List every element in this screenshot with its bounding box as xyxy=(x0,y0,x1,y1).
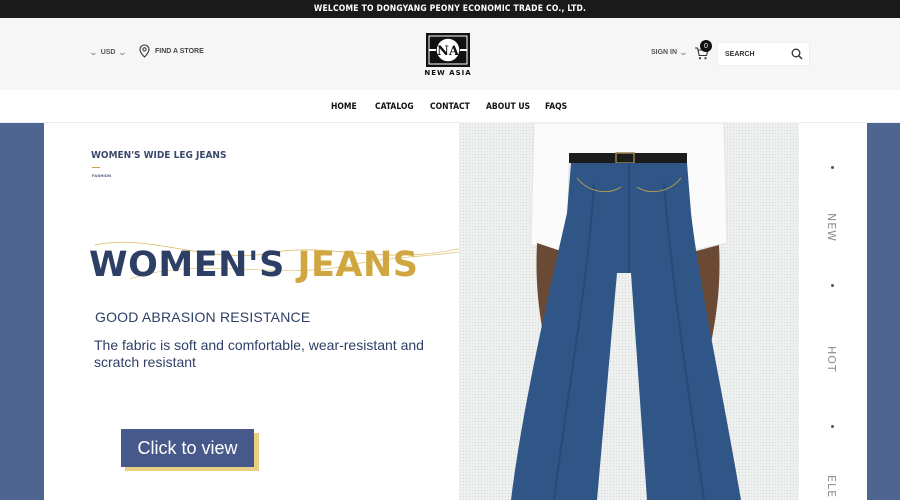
side-dot xyxy=(831,425,834,428)
nav-contact[interactable]: CONTACT xyxy=(430,102,470,112)
svg-text:NA: NA xyxy=(437,44,460,59)
brand-logo[interactable]: NA NEW ASIA xyxy=(423,32,473,78)
announcement-text: WELCOME TO DONGYANG PEONY ECONOMIC TRADE… xyxy=(313,4,587,14)
site-header: ⌄ USD ⌄ FIND A STORE NA NEW ASIA SIGN IN… xyxy=(0,18,900,90)
nav-faqs[interactable]: FAQS xyxy=(545,102,567,112)
title-underline xyxy=(92,167,100,168)
cart-count-badge: 0 xyxy=(700,40,712,52)
hero-text-panel: WOMEN'S WIDE LEG JEANS FASHION WOMEN'S J… xyxy=(44,123,475,500)
main-nav: HOME CATALOG CONTACT ABOUT US FAQS xyxy=(0,90,900,123)
hero-small-title: WOMEN'S WIDE LEG JEANS xyxy=(91,150,227,161)
logo-icon: NA xyxy=(426,33,470,67)
chevron-down-icon: ⌄ xyxy=(118,48,128,57)
big-title-word-2: JEANS xyxy=(297,245,419,285)
search-box xyxy=(717,42,810,66)
side-tab-ele[interactable]: ELE xyxy=(825,475,838,498)
hero-product-photo xyxy=(459,123,799,500)
click-to-view-button[interactable]: Click to view xyxy=(121,429,254,467)
jeans-model-image xyxy=(511,123,741,500)
location-pin-icon xyxy=(139,44,150,58)
chevron-down-icon: ⌄ xyxy=(88,48,98,57)
currency-label: USD xyxy=(100,49,116,56)
side-tab-new[interactable]: NEW xyxy=(825,213,838,242)
side-dot xyxy=(831,284,834,287)
announcement-bar: WELCOME TO DONGYANG PEONY ECONOMIC TRADE… xyxy=(0,0,900,18)
nav-about-us[interactable]: ABOUT US xyxy=(486,102,530,112)
search-input[interactable] xyxy=(725,50,795,58)
sign-in-link[interactable]: SIGN IN ⌄ xyxy=(651,48,688,57)
hero-description: The fabric is soft and comfortable, wear… xyxy=(94,337,424,370)
search-icon[interactable] xyxy=(791,48,803,60)
sign-in-label: SIGN IN xyxy=(651,49,678,56)
nav-catalog[interactable]: CATALOG xyxy=(375,102,414,112)
hero-small-subtitle: FASHION xyxy=(92,173,112,178)
logo-text: NEW ASIA xyxy=(424,69,472,77)
hero-banner: WOMEN'S WIDE LEG JEANS FASHION WOMEN'S J… xyxy=(0,123,900,500)
side-tab-hot[interactable]: HOT xyxy=(825,346,838,373)
find-store-label: FIND A STORE xyxy=(155,47,204,55)
currency-selector[interactable]: ⌄ USD ⌄ xyxy=(88,48,128,57)
hero-big-title: WOMEN'S JEANS xyxy=(89,245,419,285)
hero-feature: GOOD ABRASION RESISTANCE xyxy=(95,309,311,325)
chevron-down-icon: ⌄ xyxy=(679,48,688,57)
find-store-link[interactable]: FIND A STORE xyxy=(139,44,204,58)
hero-side-tabs: NEW HOT ELE xyxy=(799,123,867,500)
nav-home[interactable]: HOME xyxy=(331,102,357,112)
big-title-word-1: WOMEN'S xyxy=(89,245,285,285)
side-dot xyxy=(831,166,834,169)
